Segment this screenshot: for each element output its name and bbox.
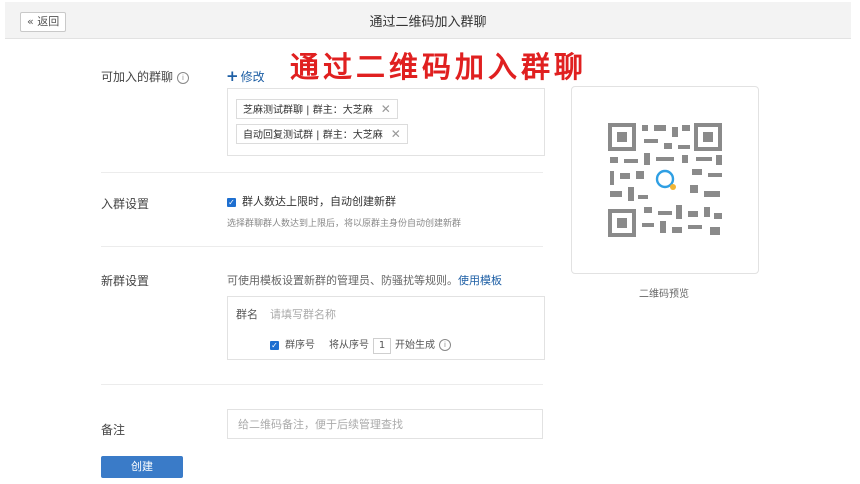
serial-checkbox[interactable]: ✓ [270,341,279,350]
new-group-description: 可使用模板设置新群的管理员、防骚扰等规则。 [227,274,458,287]
remove-tag-icon[interactable]: ✕ [391,127,401,141]
auto-create-label: 群人数达上限时，自动创建新群 [242,195,396,208]
serial-start-input[interactable]: 1 [373,338,391,354]
create-button[interactable]: 创建 [101,456,183,478]
info-icon[interactable]: i [439,339,451,351]
auto-create-option[interactable]: ✓ 群人数达上限时，自动创建新群 [227,193,396,209]
join-settings-label: 入群设置 [101,197,150,211]
qr-preview-card [571,86,759,274]
new-group-description-row: 可使用模板设置新群的管理员、防骚扰等规则。使用模板 [227,272,502,288]
serial-checkbox-label: 群序号 [285,340,315,351]
qr-code-image [608,123,722,237]
group-name-label: 群名 [236,308,258,321]
group-tag-text: 芝麻测试群聊 | 群主：大芝麻 [243,105,373,116]
info-icon[interactable]: i [177,72,190,84]
group-name-input[interactable] [270,305,535,323]
joinable-groups-label: 可加入的群聊 [101,70,174,84]
qr-preview-caption: 二维码预览 [639,289,689,300]
group-tag: 芝麻测试群聊 | 群主：大芝麻 ✕ [236,99,398,119]
edit-groups-label: 修改 [240,70,265,84]
serial-suffix: 开始生成 [395,340,435,351]
auto-create-checkbox[interactable]: ✓ [227,198,236,207]
group-tag-text: 自动回复测试群 | 群主：大芝麻 [243,130,383,141]
top-bar: « 返回 通过二维码加入群聊 [5,2,851,39]
serial-row: ✓ 群序号 将从序号 1 开始生成 i [270,336,451,354]
remark-input[interactable] [227,409,543,439]
plus-icon: + [226,67,239,85]
joinable-groups-label-row: 可加入的群聊 i [101,68,190,85]
use-template-link[interactable]: 使用模板 [458,274,502,287]
auto-create-hint: 选择群聊群人数达到上限后，将以原群主身份自动创建新群 [227,219,462,229]
serial-prefix: 将从序号 [329,340,369,351]
new-group-settings-label: 新群设置 [101,274,150,288]
page-title: 通过二维码加入群聊 [369,15,487,30]
remark-label: 备注 [101,423,126,437]
selected-groups-box: 芝麻测试群聊 | 群主：大芝麻 ✕ 自动回复测试群 | 群主：大芝麻 ✕ [227,88,545,156]
group-tag: 自动回复测试群 | 群主：大芝麻 ✕ [236,124,408,144]
divider [101,384,543,385]
overlay-caption: 通过二维码加入群聊 [290,50,588,84]
edit-groups-link[interactable]: + 修改 [226,67,265,85]
divider [101,246,543,247]
divider [101,172,543,173]
remove-tag-icon[interactable]: ✕ [381,102,391,116]
